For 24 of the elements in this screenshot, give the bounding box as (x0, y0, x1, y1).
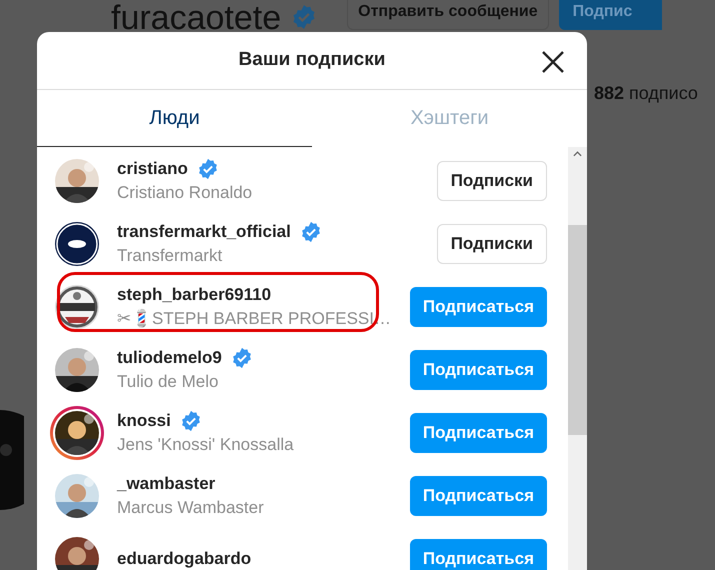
story-ring[interactable] (50, 406, 104, 460)
account-username[interactable]: _wambaster (117, 472, 216, 496)
account-username[interactable]: cristiano (117, 156, 188, 180)
account-username[interactable]: tuliodemelo9 (117, 346, 222, 370)
following-button[interactable]: Подписки (436, 160, 547, 200)
account-name: Tulio de Melo (117, 370, 220, 392)
account-username[interactable]: knossi (117, 408, 171, 432)
dialog-title: Ваши подписки (238, 48, 386, 72)
account-username[interactable]: eduardogabardo (117, 546, 252, 570)
account-username[interactable]: transfermarkt_official (117, 220, 291, 244)
scroll-up-icon[interactable] (573, 151, 582, 157)
account-username[interactable]: steph_barber69110 (117, 282, 272, 306)
followers-label: подписо (629, 82, 698, 105)
account-name: Transfermarkt (117, 244, 224, 266)
scrollbar-thumb[interactable] (568, 225, 587, 435)
scrollbar[interactable] (568, 147, 587, 570)
account-name: Cristiano Ronaldo (117, 182, 254, 204)
close-icon[interactable] (541, 50, 565, 74)
account-name: Marcus Wambaster (117, 496, 265, 518)
account-name: Jens 'Knossi' Knossalla (117, 434, 295, 456)
profile-username: furacaotete (111, 0, 282, 36)
followers-count: 882 (594, 82, 624, 105)
following-button[interactable]: Подписки (436, 224, 547, 264)
tab[interactable]: Люди (37, 90, 312, 147)
